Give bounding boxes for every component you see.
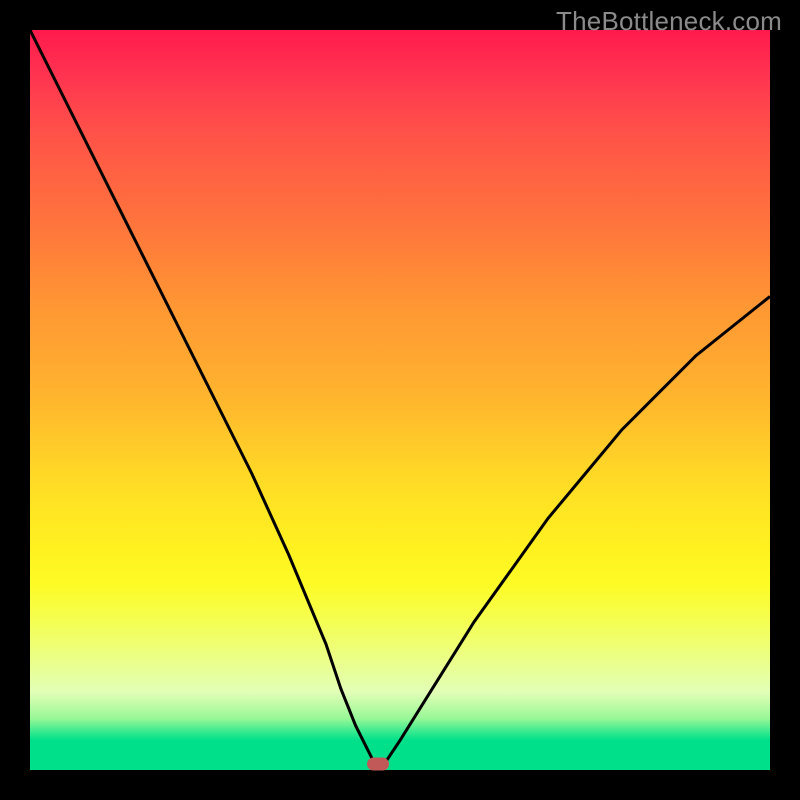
- minimum-marker: [367, 758, 389, 771]
- chart-plot-area: [30, 30, 770, 770]
- watermark-text: TheBottleneck.com: [556, 6, 782, 37]
- bottleneck-curve: [30, 30, 770, 770]
